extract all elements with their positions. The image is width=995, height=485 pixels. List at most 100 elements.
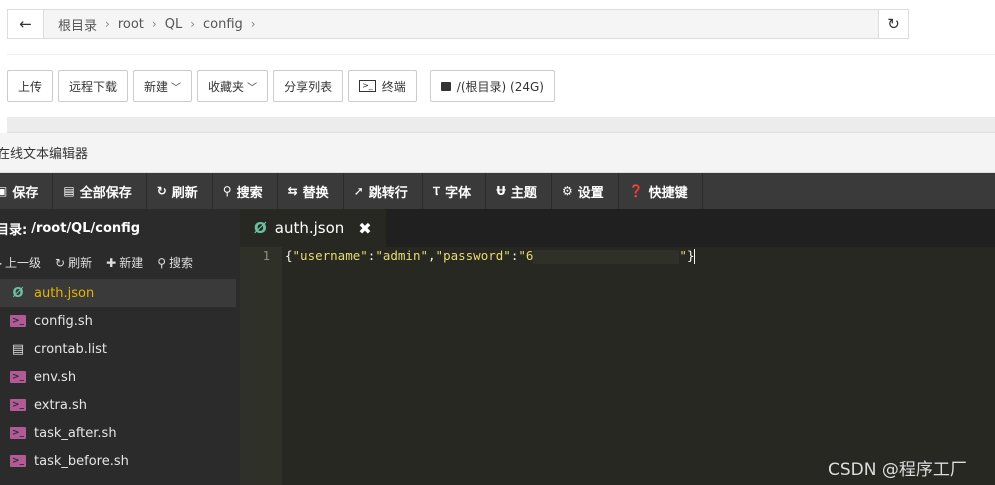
menu-shortcuts-label: 快捷键 xyxy=(648,185,688,201)
menu-theme[interactable]: Ʉ 主题 xyxy=(486,173,552,209)
code-editor: Ø auth.json ✖ 1 {"username":"admin","pas… xyxy=(240,209,995,485)
disk-label: /(根目录) (24G) xyxy=(456,79,544,94)
menu-save[interactable]: ▣ 保存 xyxy=(0,173,54,209)
json-file-icon: Ø xyxy=(254,219,267,237)
search-icon: ⚲ xyxy=(222,184,232,198)
sidebar-refresh-button[interactable]: ↻ 刷新 xyxy=(55,254,92,271)
file-item-env-sh[interactable]: >_ env.sh xyxy=(0,363,236,391)
sidebar-search-label: 搜索 xyxy=(169,255,194,270)
menu-replace[interactable]: ⇆ 替换 xyxy=(278,173,344,209)
caret-right-icon: ▸ xyxy=(0,256,2,270)
file-item-auth-json[interactable]: Øauth.json xyxy=(0,279,236,307)
json-file-icon: Ø xyxy=(12,285,24,301)
file-toolbar: 上传 远程下载 新建 ﹀ 收藏夹 ﹀ 分享列表 >_ 终端 /(根目录) (24G) xyxy=(7,70,555,102)
shell-file-icon: >_ xyxy=(10,427,26,439)
breadcrumb-ql[interactable]: QL xyxy=(159,17,188,32)
tab-label: auth.json xyxy=(274,219,345,237)
file-name: auth.json xyxy=(34,285,95,301)
line-gutter xyxy=(240,247,282,485)
file-item-crontab-list[interactable]: ▤ crontab.list xyxy=(0,335,236,363)
chevron-right-icon: › xyxy=(250,17,256,31)
breadcrumb-root-dir[interactable]: 根目录 xyxy=(52,15,103,34)
menu-search[interactable]: ⚲ 搜索 xyxy=(213,173,278,209)
question-icon: ❓ xyxy=(628,184,644,198)
chevron-down-icon: ﹀ xyxy=(171,82,182,94)
replace-icon: ⇆ xyxy=(287,184,298,198)
directory-path: /root/QL/config xyxy=(31,220,141,236)
menu-refresh-label: 刷新 xyxy=(171,185,198,201)
menu-font-label: 字体 xyxy=(445,185,472,201)
magnet-icon: Ʉ xyxy=(496,184,506,198)
editor-window-title: 在线文本编辑器 xyxy=(0,133,995,173)
upload-label: 上传 xyxy=(18,79,43,94)
code-token: " xyxy=(679,248,687,263)
file-table-header xyxy=(7,117,995,133)
share-list-label: 分享列表 xyxy=(284,79,333,94)
chevron-right-icon: › xyxy=(190,17,196,31)
sidebar-new-button[interactable]: ✚ 新建 xyxy=(106,254,143,271)
shell-file-icon: >_ xyxy=(10,315,26,327)
up-level-button[interactable]: ▸上一级 xyxy=(0,254,41,271)
code-token: , xyxy=(428,248,436,263)
code-content[interactable]: 1 {"username":"admin","password":"6 "} xyxy=(240,247,995,485)
sidebar-actions: ▸上一级 ↻刷新 ✚新建 ⚲搜索 xyxy=(0,247,240,277)
menu-font[interactable]: Ⲧ 字体 xyxy=(423,173,487,209)
plus-icon: ✚ xyxy=(106,255,117,270)
back-button[interactable]: ← xyxy=(8,10,44,38)
upload-button[interactable]: 上传 xyxy=(7,70,54,102)
code-token: "admin" xyxy=(375,248,429,263)
menu-settings-label: 设置 xyxy=(577,185,604,201)
refresh-icon: ↻ xyxy=(887,15,900,33)
text-cursor xyxy=(694,249,696,264)
file-item-config-sh[interactable]: >_ config.sh xyxy=(0,307,236,335)
file-name: crontab.list xyxy=(34,341,107,357)
watermark: CSDN @程序工厂 xyxy=(828,460,967,480)
line-number: 1 xyxy=(262,249,270,263)
code-token: "username" xyxy=(292,248,368,263)
new-label: 新建 xyxy=(144,79,169,94)
refresh-icon: ↻ xyxy=(156,184,167,198)
code-token: } xyxy=(686,248,695,263)
breadcrumb: 根目录 › root › QL › config › xyxy=(44,10,878,38)
disk-icon xyxy=(440,81,451,91)
sidebar-refresh-label: 刷新 xyxy=(68,255,93,270)
terminal-label: 终端 xyxy=(381,79,406,94)
menu-search-label: 搜索 xyxy=(236,185,263,201)
arrow-left-icon: ← xyxy=(19,15,32,33)
file-item-task-after-sh[interactable]: >_ task_after.sh xyxy=(0,419,236,447)
favorites-dropdown-button[interactable]: 收藏夹 ﹀ xyxy=(197,70,269,102)
sidebar-search-button[interactable]: ⚲ 搜索 xyxy=(157,254,193,271)
refresh-button[interactable]: ↻ xyxy=(878,10,908,38)
code-token: "password" xyxy=(435,248,511,263)
close-icon[interactable]: ✖ xyxy=(358,219,371,238)
file-list: Øauth.json >_ config.sh ▤ crontab.list >_ e… xyxy=(0,279,240,475)
breadcrumb-config[interactable]: config xyxy=(197,17,249,32)
current-directory: 目录: /root/QL/config xyxy=(0,209,240,247)
file-name: task_before.sh xyxy=(34,453,129,469)
breadcrumb-root[interactable]: root xyxy=(112,17,150,32)
goto-arrow-icon: ➚ xyxy=(353,184,364,198)
remote-download-button[interactable]: 远程下载 xyxy=(58,70,129,102)
menu-settings[interactable]: ⚙ 设置 xyxy=(552,173,619,209)
code-line[interactable]: {"username":"admin","password":"6 "} xyxy=(285,248,696,264)
shell-file-icon: >_ xyxy=(10,399,26,411)
chevron-down-icon: ﹀ xyxy=(247,82,258,94)
file-name: task_after.sh xyxy=(34,425,117,441)
menu-theme-label: 主题 xyxy=(510,185,537,201)
new-dropdown-button[interactable]: 新建 ﹀ xyxy=(133,70,193,102)
code-token: { xyxy=(285,248,293,263)
disk-button[interactable]: /(根目录) (24G) xyxy=(429,70,555,102)
menu-goto-line[interactable]: ➚ 跳转行 xyxy=(344,173,423,209)
file-item-extra-sh[interactable]: >_ extra.sh xyxy=(0,391,236,419)
editor-tab-auth-json[interactable]: Ø auth.json ✖ xyxy=(240,209,386,247)
code-token: "6 xyxy=(518,248,534,263)
terminal-button[interactable]: >_ 终端 xyxy=(348,70,417,102)
editor-title-text: 在线文本编辑器 xyxy=(0,147,89,162)
refresh-icon: ↻ xyxy=(55,255,66,270)
menu-goto-line-label: 跳转行 xyxy=(368,185,408,201)
menu-shortcuts[interactable]: ❓ 快捷键 xyxy=(619,173,703,209)
share-list-button[interactable]: 分享列表 xyxy=(273,70,344,102)
menu-refresh[interactable]: ↻ 刷新 xyxy=(147,173,213,209)
file-item-task-before-sh[interactable]: >_ task_before.sh xyxy=(0,447,236,475)
menu-save-all[interactable]: ▤ 全部保存 xyxy=(53,173,147,209)
